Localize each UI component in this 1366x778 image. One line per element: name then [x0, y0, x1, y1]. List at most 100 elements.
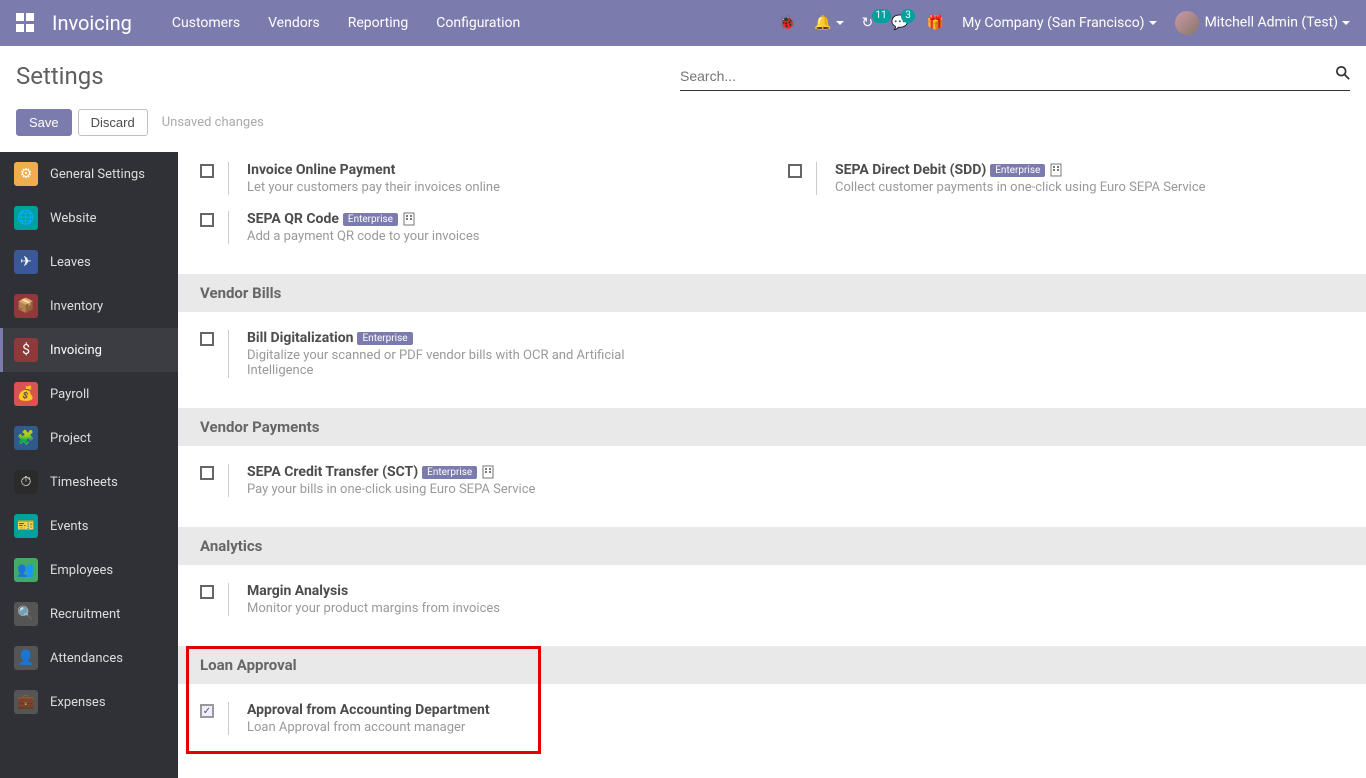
setting-sepa-sdd: SEPA Direct Debit (SDD)Enterprise Collec…: [772, 154, 1360, 203]
setting-title: Bill DigitalizationEnterprise: [247, 330, 627, 346]
building-icon: [481, 465, 495, 479]
setting-desc: Digitalize your scanned or PDF vendor bi…: [247, 348, 627, 378]
setting-sepa-sct: SEPA Credit Transfer (SCT)Enterprise Pay…: [184, 456, 772, 505]
sidebar-item-attendances[interactable]: 👤 Attendances: [0, 636, 178, 680]
apps-icon[interactable]: [16, 13, 36, 33]
sidebar-item-recruitment[interactable]: 🔍 Recruitment: [0, 592, 178, 636]
sidebar-item-label: Project: [50, 431, 91, 446]
gear-icon: ⚙: [14, 162, 38, 186]
nav-vendors[interactable]: Vendors: [268, 15, 320, 31]
search-input[interactable]: [680, 62, 1350, 91]
person-icon: 👤: [14, 646, 38, 670]
setting-approval-accounting: Approval from Accounting Department Loan…: [184, 694, 772, 743]
sidebar-item-general-settings[interactable]: ⚙ General Settings: [0, 152, 178, 196]
gift-icon[interactable]: 🎁: [927, 15, 944, 31]
sidebar-item-invoicing[interactable]: $ Invoicing: [0, 328, 178, 372]
setting-title: Invoice Online Payment: [247, 162, 500, 178]
nav-customers[interactable]: Customers: [172, 15, 240, 31]
sidebar-item-leaves[interactable]: ✈ Leaves: [0, 240, 178, 284]
unsaved-label: Unsaved changes: [162, 115, 264, 130]
user-menu[interactable]: Mitchell Admin (Test): [1175, 11, 1350, 35]
users-icon: 👥: [14, 558, 38, 582]
sidebar-item-label: Expenses: [50, 695, 106, 710]
checkbox[interactable]: [200, 704, 214, 718]
plane-icon: ✈: [14, 250, 38, 274]
settings-content[interactable]: Invoice Online Payment Let your customer…: [178, 152, 1366, 778]
globe-icon: 🌐: [14, 206, 38, 230]
setting-desc: Let your customers pay their invoices on…: [247, 180, 500, 195]
sidebar-item-label: Payroll: [50, 387, 89, 402]
checkbox[interactable]: [200, 585, 214, 599]
setting-title: SEPA Credit Transfer (SCT)Enterprise: [247, 464, 535, 480]
money-icon: 💰: [14, 382, 38, 406]
sidebar-item-payroll[interactable]: 💰 Payroll: [0, 372, 178, 416]
building-icon: [402, 212, 416, 226]
setting-title: Margin Analysis: [247, 583, 500, 599]
main: ⚙ General Settings 🌐 Website ✈ Leaves 📦Inve…: [0, 152, 1366, 778]
avatar: [1175, 11, 1199, 35]
enterprise-badge: Enterprise: [990, 164, 1045, 177]
setting-desc: Monitor your product margins from invoic…: [247, 601, 500, 616]
sidebar-item-expenses[interactable]: 💼 Expenses: [0, 680, 178, 724]
search-person-icon: 🔍: [14, 602, 38, 626]
checkbox[interactable]: [200, 164, 214, 178]
briefcase-icon: 💼: [14, 690, 38, 714]
sidebar-item-inventory[interactable]: 📦Inventory: [0, 284, 178, 328]
setting-sepa-qr: SEPA QR CodeEnterprise Add a payment QR …: [184, 203, 772, 252]
page-title: Settings: [16, 62, 104, 90]
sidebar-item-label: Attendances: [50, 651, 123, 666]
sidebar-item-label: Employees: [50, 563, 113, 578]
activity-icon[interactable]: ↻11: [862, 15, 874, 31]
sidebar-item-label: Invoicing: [50, 343, 102, 358]
search-icon[interactable]: [1336, 66, 1350, 84]
clock-icon: ⏱: [14, 470, 38, 494]
ticket-icon: 🎫: [14, 514, 38, 538]
section-head-vendor-payments: Vendor Payments: [178, 408, 1366, 446]
setting-invoice-online-payment: Invoice Online Payment Let your customer…: [184, 154, 772, 203]
setting-bill-digitalization: Bill DigitalizationEnterprise Digitalize…: [184, 322, 772, 386]
sidebar-item-label: Leaves: [50, 255, 91, 270]
sidebar-item-timesheets[interactable]: ⏱ Timesheets: [0, 460, 178, 504]
dollar-icon: $: [14, 338, 38, 362]
sidebar-item-label: Inventory: [50, 299, 103, 314]
sidebar-item-website[interactable]: 🌐 Website: [0, 196, 178, 240]
company-switcher[interactable]: My Company (San Francisco): [962, 15, 1156, 31]
sidebar-item-label: General Settings: [50, 167, 145, 182]
save-button[interactable]: Save: [16, 109, 72, 136]
building-icon: [1049, 163, 1063, 177]
sidebar-item-label: Timesheets: [50, 475, 118, 490]
setting-margin-analysis: Margin Analysis Monitor your product mar…: [184, 575, 772, 624]
checkbox[interactable]: [200, 213, 214, 227]
setting-desc: Add a payment QR code to your invoices: [247, 229, 479, 244]
checkbox[interactable]: [788, 164, 802, 178]
setting-desc: Collect customer payments in one-click u…: [835, 180, 1206, 195]
checkbox[interactable]: [200, 332, 214, 346]
debug-icon[interactable]: 🐞: [779, 15, 796, 31]
setting-title: Approval from Accounting Department: [247, 702, 490, 718]
discuss-icon[interactable]: 💬3: [891, 15, 908, 31]
control-panel: Settings Save Discard Unsaved changes: [0, 46, 1366, 152]
brand[interactable]: Invoicing: [52, 11, 132, 35]
section-head-analytics: Analytics: [178, 527, 1366, 565]
enterprise-badge: Enterprise: [343, 213, 398, 226]
sidebar-item-label: Events: [50, 519, 88, 534]
sidebar-item-label: Recruitment: [50, 607, 120, 622]
puzzle-icon: 🧩: [14, 426, 38, 450]
enterprise-badge: Enterprise: [422, 466, 477, 479]
search-wrapper: [680, 62, 1350, 91]
sidebar-item-label: Website: [50, 211, 97, 226]
navbar: Invoicing Customers Vendors Reporting Co…: [0, 0, 1366, 46]
setting-desc: Loan Approval from account manager: [247, 720, 490, 735]
sidebar-item-employees[interactable]: 👥 Employees: [0, 548, 178, 592]
setting-title: SEPA QR CodeEnterprise: [247, 211, 479, 227]
section-head-loan-approval: Loan Approval: [178, 646, 1366, 684]
sidebar-item-project[interactable]: 🧩 Project: [0, 416, 178, 460]
activity-badge: 11: [872, 9, 891, 23]
checkbox[interactable]: [200, 466, 214, 480]
notifications-icon[interactable]: 🔔: [814, 15, 843, 31]
nav-reporting[interactable]: Reporting: [348, 15, 409, 31]
setting-desc: Pay your bills in one-click using Euro S…: [247, 482, 535, 497]
nav-configuration[interactable]: Configuration: [436, 15, 520, 31]
discard-button[interactable]: Discard: [78, 109, 148, 136]
sidebar-item-events[interactable]: 🎫 Events: [0, 504, 178, 548]
